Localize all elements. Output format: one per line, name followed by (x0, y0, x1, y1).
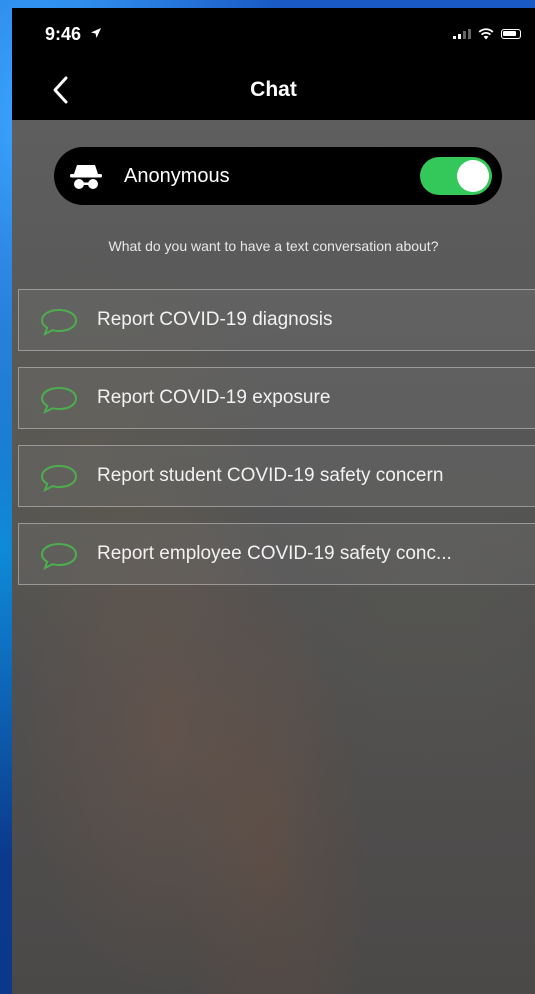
location-arrow-icon (91, 28, 102, 38)
incognito-spy-icon (70, 165, 102, 189)
topic-options-list: Report COVID-19 diagnosis Report COVID-1… (18, 289, 535, 601)
topic-option-label: Report COVID-19 exposure (97, 387, 331, 408)
chat-bubble-icon (40, 542, 78, 570)
status-time-text: 9:46 (45, 24, 82, 44)
conversation-prompt: What do you want to have a text conversa… (108, 238, 439, 254)
topic-option-student-concern[interactable]: Report student COVID-19 safety concern (18, 445, 535, 507)
chat-bubble-icon (40, 464, 78, 492)
navigation-bar: Chat (12, 60, 535, 120)
page-title: Chat (250, 78, 297, 101)
topic-option-diagnosis[interactable]: Report COVID-19 diagnosis (18, 289, 535, 351)
switch-knob (457, 160, 489, 192)
chat-topic-screen: Anonymous What do you want to have a tex… (12, 120, 535, 994)
topic-option-employee-concern[interactable]: Report employee COVID-19 safety conc... (18, 523, 535, 585)
topic-option-exposure[interactable]: Report COVID-19 exposure (18, 367, 535, 429)
battery-icon (501, 29, 521, 39)
cellular-signal-icon (453, 29, 471, 39)
wifi-icon (478, 28, 494, 40)
chat-bubble-icon (40, 308, 78, 336)
topic-option-label: Report COVID-19 diagnosis (97, 309, 333, 330)
status-bar: 9:46 (12, 8, 535, 60)
status-icons (453, 28, 521, 40)
status-time: 9:46 (45, 24, 102, 45)
anonymous-toggle-row: Anonymous (54, 147, 502, 205)
anonymous-switch[interactable] (420, 157, 492, 195)
chat-bubble-icon (40, 386, 78, 414)
anonymous-label: Anonymous (124, 165, 230, 187)
phone-screen: 9:46 Chat Anonymous What do you want to … (12, 8, 535, 994)
topic-option-label: Report student COVID-19 safety concern (97, 465, 444, 486)
topic-option-label: Report employee COVID-19 safety conc... (97, 543, 452, 564)
